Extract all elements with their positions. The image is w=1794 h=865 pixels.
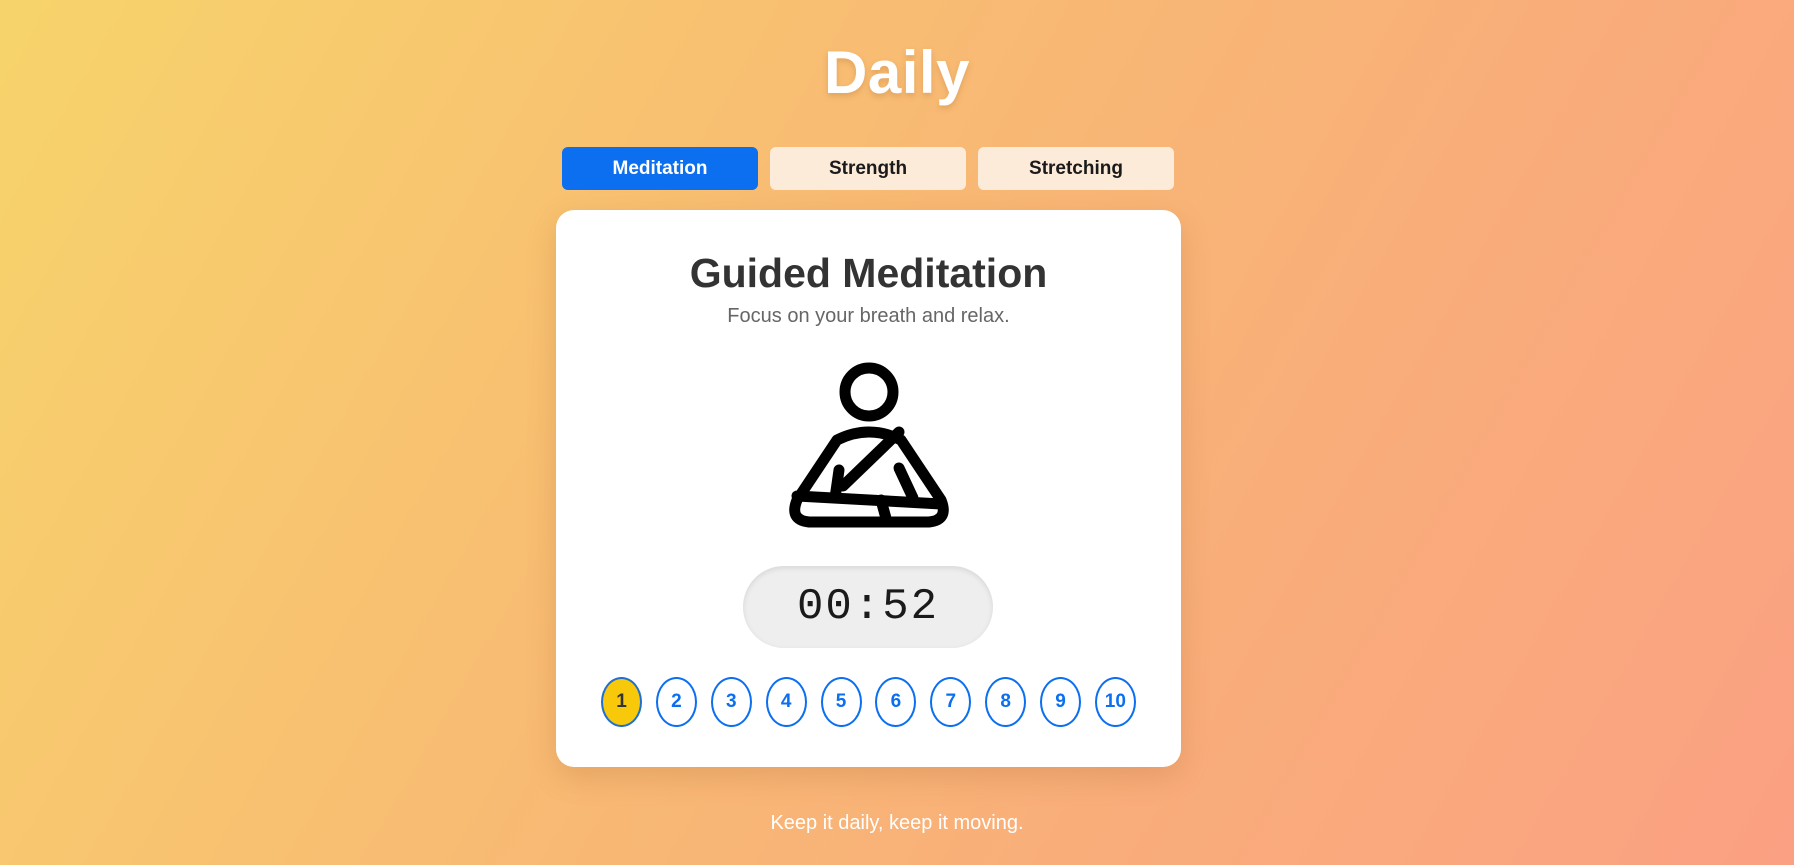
step-10-button[interactable]: 10 [1094,677,1136,727]
footer-tagline: Keep it daily, keep it moving. [770,812,1024,834]
step-5-button[interactable]: 5 [820,677,862,727]
step-selector: 1 2 3 4 5 6 7 8 9 10 [601,677,1136,729]
exercise-card: Guided Meditation Focus on your breath a… [556,210,1181,767]
step-6-button[interactable]: 6 [875,677,917,727]
app-title: Daily [824,39,970,106]
card-subtitle: Focus on your breath and relax. [727,305,1010,327]
step-7-button[interactable]: 7 [930,677,972,727]
meditation-figure-icon [788,362,949,528]
tab-bar: Meditation Strength Stretching [562,147,1174,190]
step-2-button[interactable]: 2 [655,677,697,727]
card-title: Guided Meditation [689,250,1048,296]
step-9-button[interactable]: 9 [1040,677,1081,727]
tab-meditation[interactable]: Meditation [562,147,758,190]
step-1-button[interactable]: 1 [601,677,642,727]
countdown-timer: 00:52 [743,566,993,648]
step-8-button[interactable]: 8 [985,677,1027,727]
step-4-button[interactable]: 4 [765,677,807,727]
tab-strength[interactable]: Strength [770,147,966,190]
tab-stretching[interactable]: Stretching [978,147,1174,190]
step-3-button[interactable]: 3 [710,677,752,727]
